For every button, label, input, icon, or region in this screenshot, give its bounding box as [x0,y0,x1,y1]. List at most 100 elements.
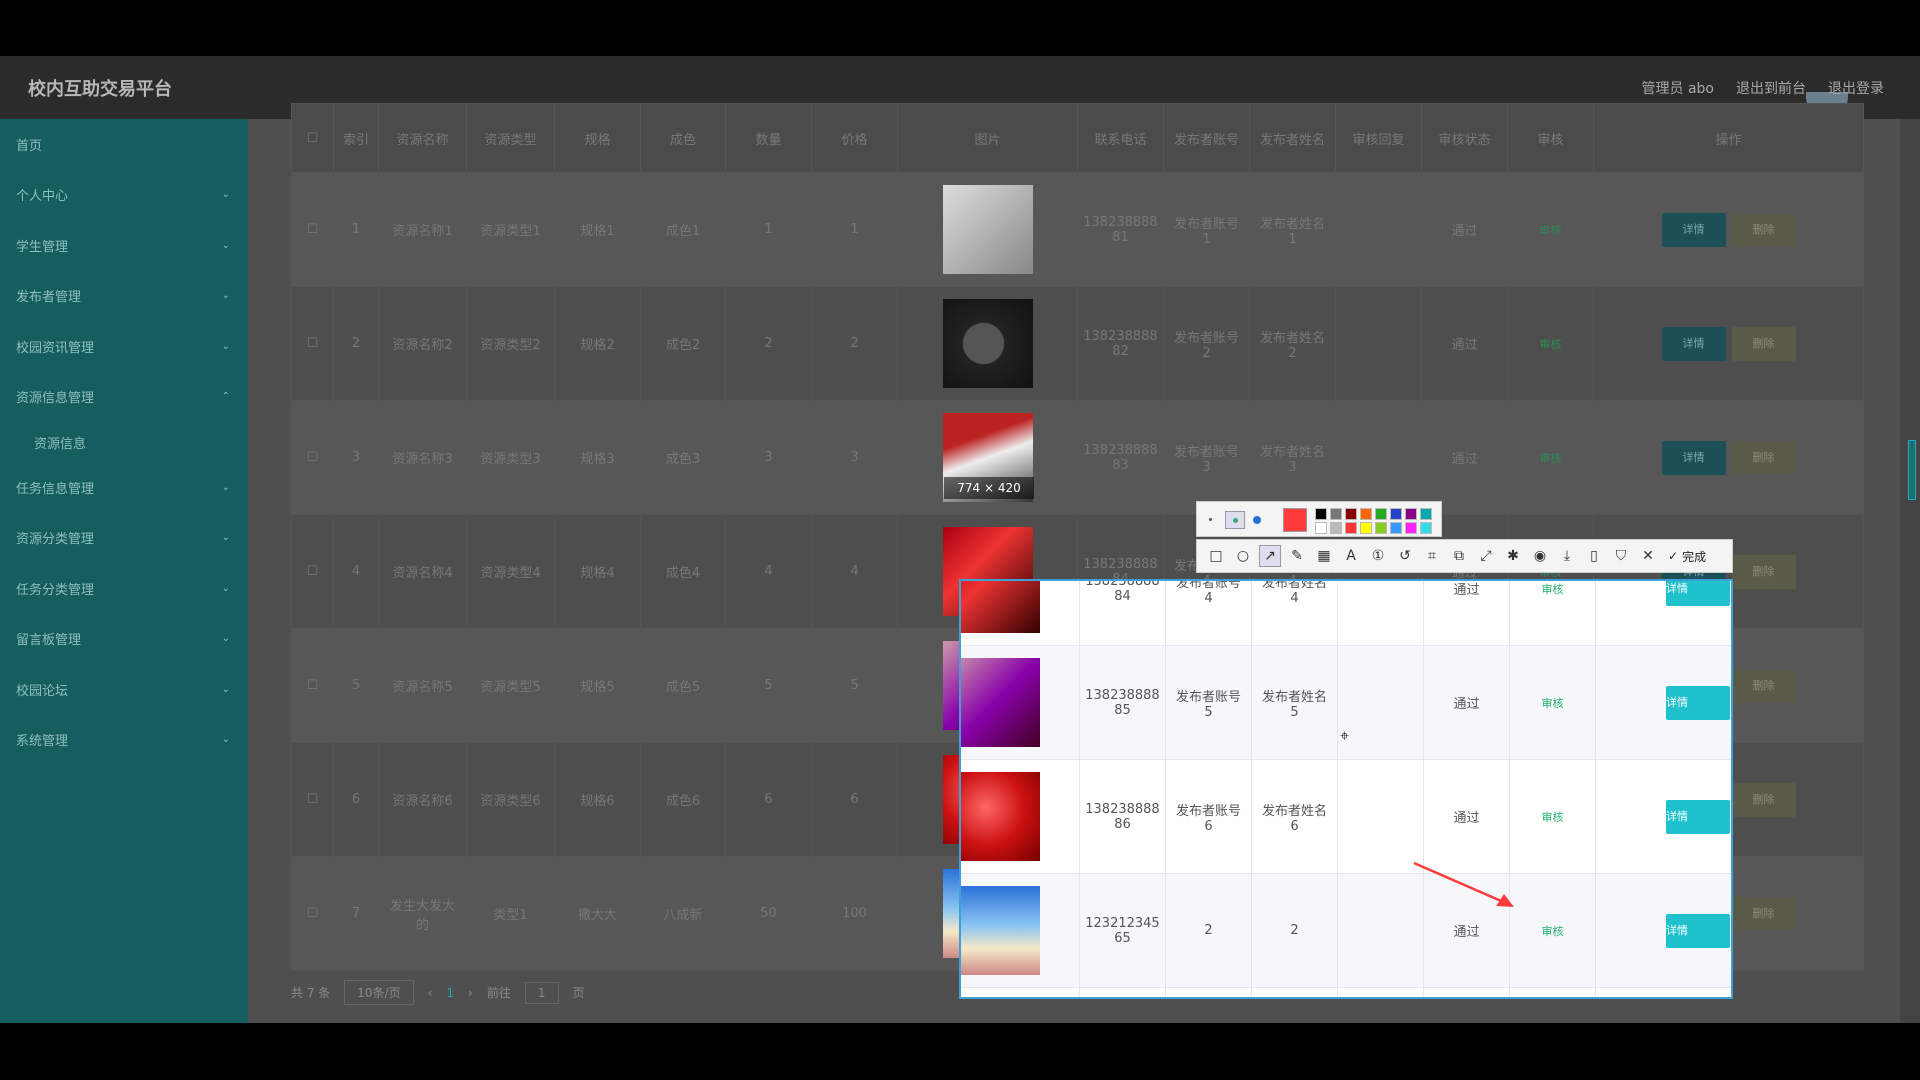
row-checkbox[interactable]: ☐ [291,628,334,743]
column-header[interactable]: 成色 [640,103,726,173]
sidebar-item-12[interactable]: 系统管理 ⌄ [0,715,248,766]
color-swatch[interactable] [1345,508,1357,520]
resource-image[interactable] [942,185,1033,274]
ocr-icon[interactable]: ⌗ [1421,545,1443,567]
text-tool-icon[interactable]: A [1340,545,1362,567]
row-checkbox[interactable]: ☐ [291,742,334,857]
column-header[interactable]: 图片 [897,103,1078,173]
mosaic-tool-icon[interactable]: ▦ [1313,545,1335,567]
approve-link[interactable]: 审核 [1540,338,1562,351]
color-swatch[interactable] [1375,522,1387,534]
pen-size-large-icon[interactable] [1253,516,1261,524]
sidebar-item-8[interactable]: 资源分类管理 ⌄ [0,513,248,564]
color-swatch[interactable] [1420,508,1432,520]
detail-button[interactable]: 详情 [1666,799,1730,834]
sidebar-item-6[interactable]: 资源信息 [0,422,248,462]
sidebar-item-7[interactable]: 任务信息管理 ⌄ [0,462,248,513]
sidebar-item-11[interactable]: 校园论坛 ⌄ [0,664,248,715]
column-header[interactable]: 规格 [554,103,641,173]
column-header[interactable]: 索引 [333,103,379,173]
next-page-icon[interactable]: › [468,986,473,1000]
column-header[interactable]: 操作 [1593,103,1864,173]
close-icon[interactable]: ✕ [1637,545,1659,567]
pen-size-small-icon[interactable] [1209,518,1212,521]
arrow-tool-icon[interactable]: ↗ [1259,545,1281,567]
undo-icon[interactable]: ↺ [1394,545,1416,567]
translate-icon[interactable]: ⧉ [1448,545,1470,567]
sidebar-item-5[interactable]: 资源信息管理 ⌃ [0,372,248,423]
delete-button[interactable]: 删除 [1731,668,1796,703]
sidebar-item-10[interactable]: 留言板管理 ⌄ [0,614,248,665]
page-size-select[interactable]: 10条/页 [344,980,414,1005]
approve-link[interactable]: 审核 [1542,811,1564,824]
color-swatch[interactable] [1405,522,1417,534]
delete-button[interactable]: 删除 [1731,440,1796,475]
sidebar-item-2[interactable]: 学生管理 ⌄ [0,220,248,271]
color-swatch[interactable] [1360,508,1372,520]
column-header[interactable]: 联系电话 [1077,103,1164,173]
column-header[interactable]: 审核回复 [1335,103,1422,173]
color-swatch[interactable] [1375,508,1387,520]
sidebar-item-3[interactable]: 发布者管理 ⌄ [0,271,248,322]
resource-image[interactable] [961,658,1040,747]
ellipse-tool-icon[interactable]: ○ [1232,545,1254,567]
pen-tool-icon[interactable]: ✎ [1286,545,1308,567]
bookmark-icon[interactable]: ⛉ [1610,545,1632,567]
record-icon[interactable]: ◉ [1529,545,1551,567]
sidebar-item-9[interactable]: 任务分类管理 ⌄ [0,563,248,614]
color-swatch[interactable] [1315,522,1327,534]
detail-button[interactable]: 详情 [1666,913,1730,948]
detail-button[interactable]: 详情 [1666,581,1730,606]
prev-page-icon[interactable]: ‹ [428,986,433,1000]
column-header[interactable]: 数量 [725,103,812,173]
detail-button[interactable]: 详情 [1661,440,1726,475]
row-checkbox[interactable]: ☐ [291,856,334,971]
column-header[interactable]: 审核 [1507,103,1594,173]
detail-button[interactable]: 详情 [1666,685,1730,720]
sidebar-item-4[interactable]: 校园资讯管理 ⌄ [0,321,248,372]
delete-button[interactable]: 删除 [1731,212,1796,247]
number-marker-icon[interactable]: ① [1367,545,1389,567]
detail-button[interactable]: 详情 [1661,212,1726,247]
column-header[interactable]: 审核状态 [1421,103,1508,173]
color-swatch[interactable] [1330,522,1342,534]
rectangle-tool-icon[interactable]: □ [1205,545,1227,567]
done-button[interactable]: ✓ 完成 [1668,548,1706,565]
color-swatch[interactable] [1390,522,1402,534]
goto-page-input[interactable]: 1 [524,981,559,1004]
pin-icon[interactable]: ✱ [1502,545,1524,567]
delete-button[interactable]: 删除 [1731,782,1796,817]
delete-button[interactable]: 删除 [1731,896,1796,931]
select-all-checkbox[interactable]: ☐ [291,103,334,173]
color-swatch[interactable] [1420,522,1432,534]
row-checkbox[interactable]: ☐ [291,286,334,401]
approve-link[interactable]: 审核 [1540,452,1562,465]
color-swatch[interactable] [1390,508,1402,520]
pen-size-medium-icon[interactable] [1225,511,1245,529]
approve-link[interactable]: 审核 [1542,697,1564,710]
logout-link[interactable]: 退出登录 [1828,78,1884,98]
color-swatch[interactable] [1315,508,1327,520]
approve-link[interactable]: 审核 [1542,583,1564,596]
color-swatch[interactable] [1345,522,1357,534]
row-checkbox[interactable]: ☐ [291,514,334,629]
screenshot-selection[interactable]: 138238888 84 发布者账号 4 发布者姓名 4 通过 审核 详情 13823888… [959,579,1733,999]
scrollbar-track[interactable] [1900,119,1920,1023]
download-icon[interactable]: ⤓ [1556,545,1578,567]
sidebar-item-0[interactable]: 首页 [0,119,248,170]
resource-image[interactable] [942,299,1033,388]
column-header[interactable]: 资源名称 [378,103,467,173]
phone-icon[interactable]: ▯ [1583,545,1605,567]
resource-image[interactable] [961,581,1040,633]
resource-image[interactable] [961,886,1040,975]
color-swatch[interactable] [1360,522,1372,534]
scrollbar-thumb[interactable] [1908,440,1916,500]
scroll-capture-icon[interactable]: ⤢ [1475,545,1497,567]
color-swatch[interactable] [1330,508,1342,520]
detail-button[interactable]: 详情 [1661,326,1726,361]
column-header[interactable]: 发布者姓名 [1249,103,1336,173]
delete-button[interactable]: 删除 [1731,554,1796,589]
resource-image[interactable] [961,772,1040,861]
column-header[interactable]: 发布者账号 [1163,103,1250,173]
admin-user-link[interactable]: 管理员 abo [1642,78,1714,98]
